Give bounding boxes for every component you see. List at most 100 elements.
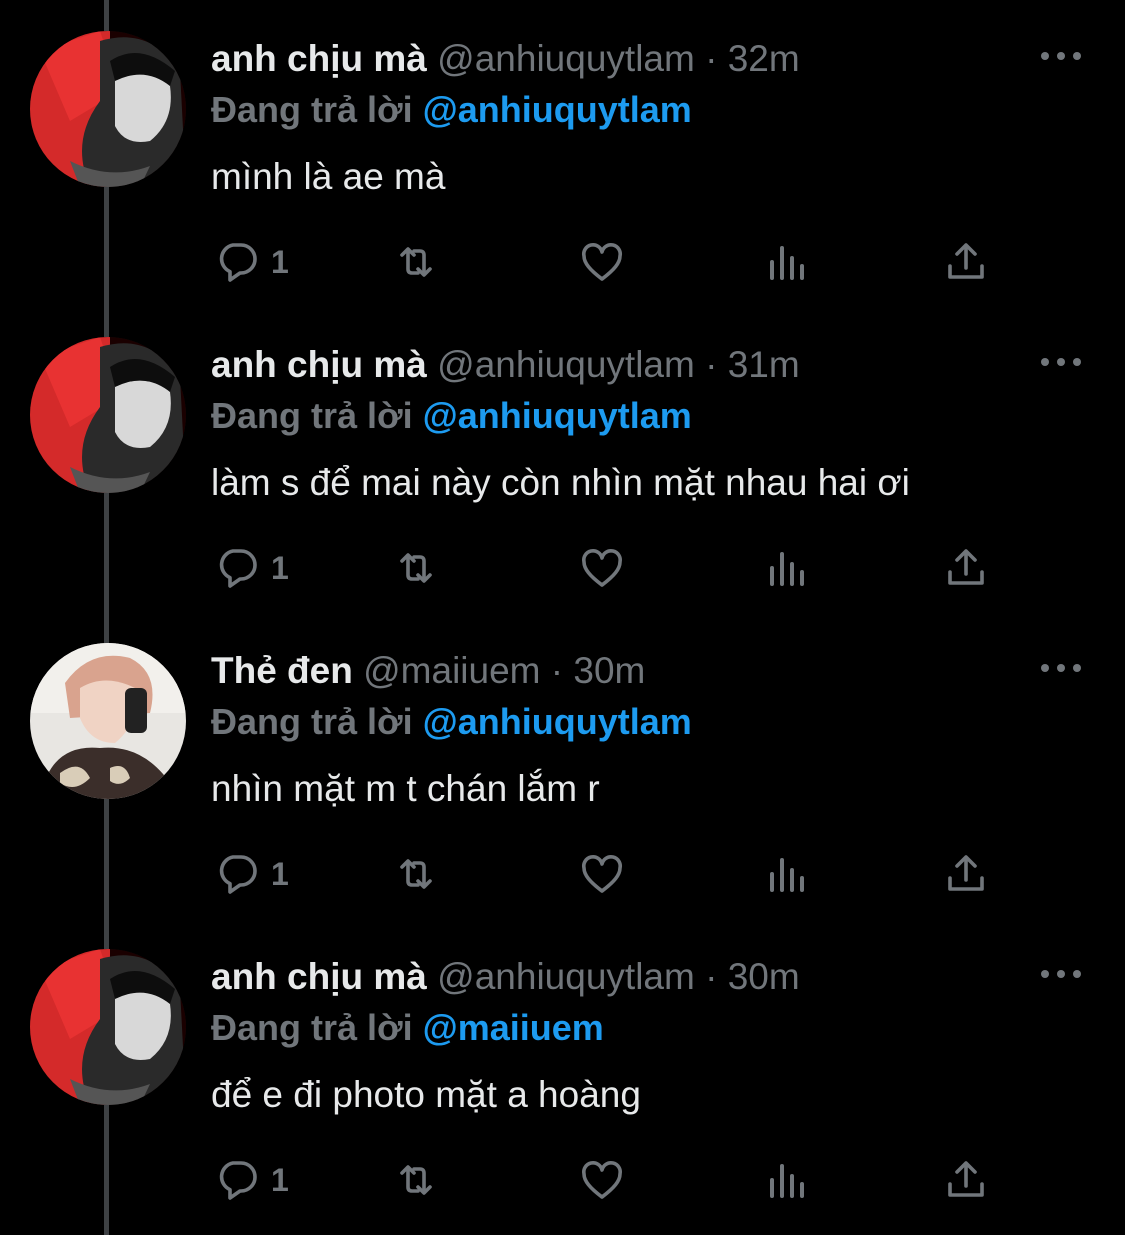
timestamp[interactable]: 30m [728, 956, 800, 997]
tweet-actions: 1 [0, 540, 1125, 596]
display-name[interactable]: Thẻ đen [211, 650, 353, 691]
tweet-text: làm s để mai này còn nhìn mặt nhau hai ơ… [211, 462, 910, 503]
views-button[interactable] [762, 1152, 810, 1208]
like-icon [581, 242, 623, 281]
like-button[interactable] [578, 1152, 626, 1208]
replying-to: Đang trả lời @maiiuem [211, 1004, 604, 1052]
retweet-icon [400, 1165, 432, 1195]
replying-to-label: Đang trả lời [211, 1007, 413, 1048]
more-icon[interactable] [1041, 352, 1081, 372]
reply-button[interactable]: 1 [213, 1152, 289, 1208]
mention-link[interactable]: @anhiuquytlam [423, 89, 692, 130]
replying-to-label: Đang trả lời [211, 89, 413, 130]
user-handle[interactable]: @anhiuquytlam [437, 956, 695, 997]
share-icon [948, 549, 984, 585]
like-icon [581, 548, 623, 587]
tweet-actions: 1 [0, 234, 1125, 290]
share-button[interactable] [942, 1152, 990, 1208]
avatar-image-light [30, 643, 186, 799]
share-button[interactable] [942, 540, 990, 596]
tweet-header: anh chịu mà @anhiuquytlam · 31m [211, 340, 800, 390]
like-button[interactable] [578, 540, 626, 596]
avatar[interactable] [30, 949, 186, 1105]
views-button[interactable] [762, 846, 810, 902]
reply-icon [219, 1161, 257, 1200]
timestamp[interactable]: 30m [573, 650, 645, 691]
replying-to: Đang trả lời @anhiuquytlam [211, 392, 692, 440]
avatar[interactable] [30, 31, 186, 187]
views-button[interactable] [762, 234, 810, 290]
views-button[interactable] [762, 540, 810, 596]
replying-to: Đang trả lời @anhiuquytlam [211, 698, 692, 746]
share-button[interactable] [942, 234, 990, 290]
more-icon[interactable] [1041, 964, 1081, 984]
timestamp[interactable]: 32m [728, 38, 800, 79]
tweet-actions: 1 [0, 846, 1125, 902]
retweet-icon [400, 247, 432, 277]
separator-dot: · [705, 956, 718, 997]
views-icon [770, 552, 804, 586]
tweet[interactable]: anh chịu mà @anhiuquytlam · 32m Đang trả… [0, 0, 1125, 306]
tweet-header: Thẻ đen @maiiuem · 30m [211, 646, 645, 696]
tweet-actions: 1 [0, 1152, 1125, 1208]
user-handle[interactable]: @maiiuem [363, 650, 540, 691]
reply-button[interactable]: 1 [213, 234, 289, 290]
reply-count: 1 [271, 1161, 289, 1198]
retweet-button[interactable] [392, 234, 440, 290]
more-icon[interactable] [1041, 658, 1081, 678]
tweet[interactable]: anh chịu mà @anhiuquytlam · 31m Đang trả… [0, 306, 1125, 612]
tweet[interactable]: Thẻ đen @maiiuem · 30m Đang trả lời @anh… [0, 612, 1125, 918]
like-button[interactable] [578, 846, 626, 902]
avatar-image-red [30, 31, 186, 187]
display-name[interactable]: anh chịu mà [211, 38, 427, 79]
reply-button[interactable]: 1 [213, 540, 289, 596]
retweet-icon [400, 859, 432, 889]
like-icon [581, 1160, 623, 1199]
share-icon [948, 855, 984, 891]
tweet[interactable]: anh chịu mà @anhiuquytlam · 30m Đang trả… [0, 918, 1125, 1224]
timestamp[interactable]: 31m [728, 344, 800, 385]
reply-count: 1 [271, 243, 289, 280]
reply-icon [219, 243, 257, 282]
replying-to: Đang trả lời @anhiuquytlam [211, 86, 692, 134]
user-handle[interactable]: @anhiuquytlam [437, 344, 695, 385]
separator-dot: · [705, 344, 718, 385]
share-icon [948, 1161, 984, 1197]
reply-button[interactable]: 1 [213, 846, 289, 902]
views-icon [770, 246, 804, 280]
reply-count: 1 [271, 549, 289, 586]
retweet-button[interactable] [392, 1152, 440, 1208]
views-icon [770, 1164, 804, 1198]
views-icon [770, 858, 804, 892]
separator-dot: · [705, 38, 718, 79]
avatar[interactable] [30, 337, 186, 493]
like-button[interactable] [578, 234, 626, 290]
reply-icon [219, 855, 257, 894]
share-icon [948, 243, 984, 279]
tweet-text: mình là ae mà [211, 156, 446, 197]
user-handle[interactable]: @anhiuquytlam [437, 38, 695, 79]
reply-icon [219, 549, 257, 588]
separator-dot: · [550, 650, 564, 691]
avatar[interactable] [30, 643, 186, 799]
avatar-image-red [30, 949, 186, 1105]
replying-to-label: Đang trả lời [211, 701, 413, 742]
tweet-text: để e đi photo mặt a hoàng [211, 1074, 641, 1115]
mention-link[interactable]: @anhiuquytlam [423, 395, 692, 436]
retweet-button[interactable] [392, 540, 440, 596]
share-button[interactable] [942, 846, 990, 902]
avatar-image-red [30, 337, 186, 493]
mention-link[interactable]: @anhiuquytlam [423, 701, 692, 742]
display-name[interactable]: anh chịu mà [211, 344, 427, 385]
retweet-icon [400, 553, 432, 583]
tweet-header: anh chịu mà @anhiuquytlam · 32m [211, 34, 800, 84]
tweet-text: nhìn mặt m t chán lắm r [211, 768, 600, 809]
mention-link[interactable]: @maiiuem [423, 1007, 604, 1048]
like-icon [581, 854, 623, 893]
reply-count: 1 [271, 855, 289, 892]
replying-to-label: Đang trả lời [211, 395, 413, 436]
display-name[interactable]: anh chịu mà [211, 956, 427, 997]
more-icon[interactable] [1041, 46, 1081, 66]
retweet-button[interactable] [392, 846, 440, 902]
tweet-header: anh chịu mà @anhiuquytlam · 30m [211, 952, 800, 1002]
